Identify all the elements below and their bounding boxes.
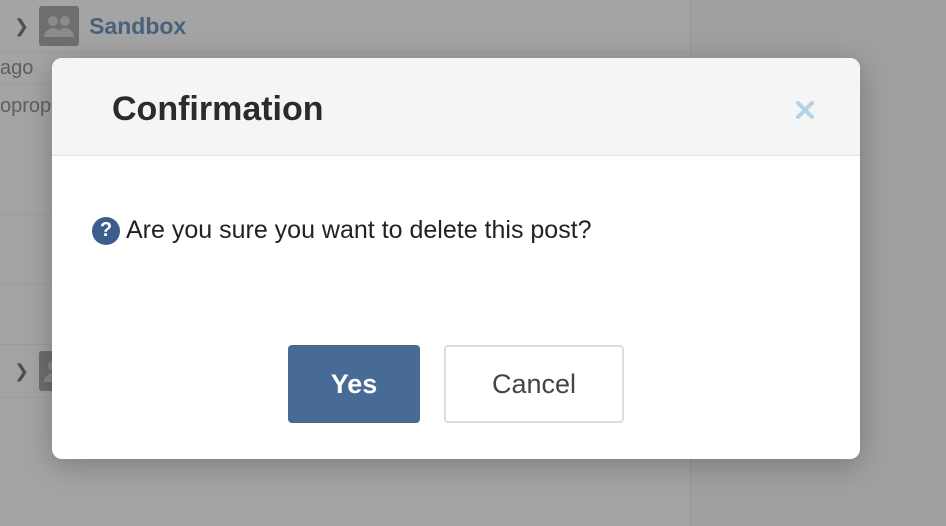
yes-button[interactable]: Yes [288,345,420,423]
modal-header: Confirmation [52,58,860,156]
question-icon: ? [92,217,120,245]
confirmation-modal: Confirmation ? Are you sure you want to … [52,58,860,459]
cancel-button[interactable]: Cancel [444,345,624,423]
modal-title: Confirmation [112,90,324,129]
modal-message: Are you sure you want to delete this pos… [126,216,592,245]
modal-footer: Yes Cancel [52,265,860,459]
close-button[interactable] [790,95,820,125]
modal-body: ? Are you sure you want to delete this p… [52,156,860,265]
close-icon [794,99,816,121]
